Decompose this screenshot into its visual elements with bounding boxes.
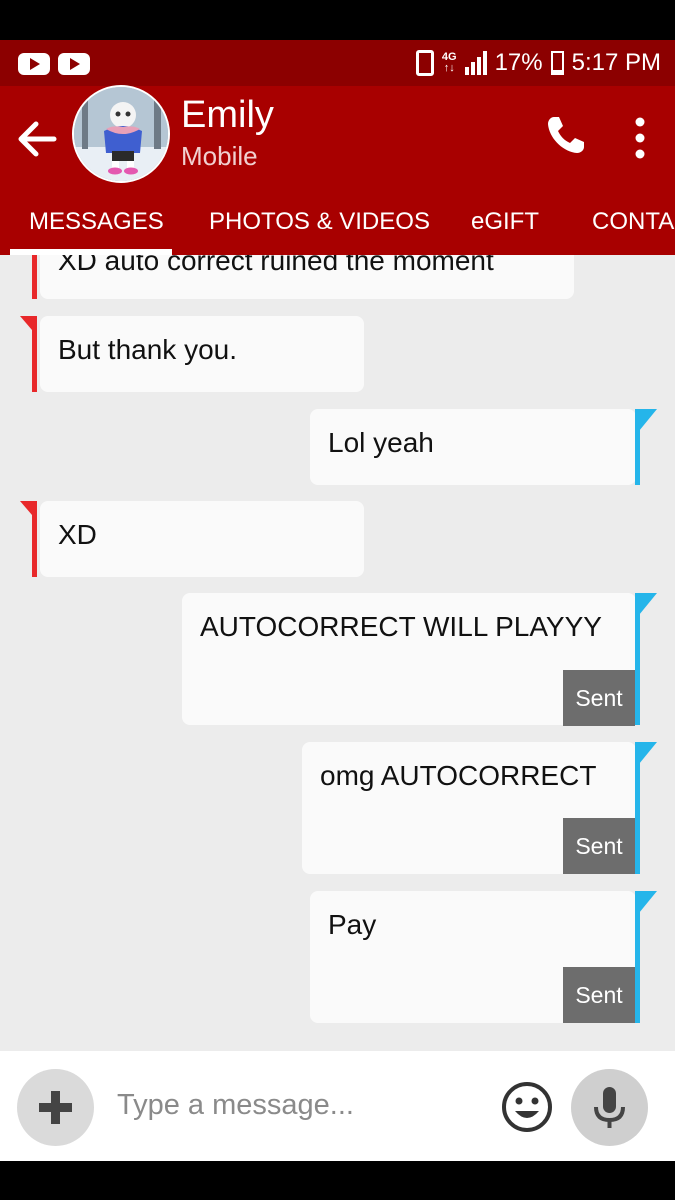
battery-fill [552,69,562,73]
sent-status-badge: Sent [563,818,635,874]
tab-egift[interactable]: eGIFT [471,208,539,236]
battery-icon [550,51,564,75]
message-list[interactable]: XD auto correct ruined the moment But th… [0,255,675,1051]
network-type: 4G ↑↓ [442,52,457,74]
message-text: XD [58,519,97,550]
sent-status-badge: Sent [563,670,635,726]
microphone-icon [594,1087,625,1128]
avatar-illustration [74,87,168,181]
status-right-group: 4G ↑↓ 17% 5:17 PM [415,40,661,86]
incoming-accent-bar [32,255,37,299]
contact-type: Mobile [181,141,258,171]
more-vertical-icon[interactable] [627,116,653,160]
outgoing-tail [639,742,657,764]
message-composer: Type a message... [0,1051,675,1161]
avatar[interactable] [72,85,170,183]
signal-bar [464,67,469,75]
message-text: Pay [328,909,377,940]
plus-icon [39,1091,72,1124]
battery-percent: 17% [494,49,543,76]
message-bubble-incoming[interactable]: But thank you. [40,316,364,392]
message-text: But thank you. [58,334,238,365]
status-time: 5:17 PM [571,49,661,76]
message-text: AUTOCORRECT WILL PLAYYY [200,611,602,642]
signal-bar [482,51,487,75]
voice-input-button[interactable] [571,1069,648,1146]
message-text: Lol yeah [328,427,434,458]
youtube-icon [58,53,90,75]
signal-bar [476,57,481,75]
data-arrows-icon: ↑↓ [443,62,455,74]
message-bubble-incoming[interactable]: XD auto correct ruined the moment [40,255,574,299]
youtube-icon [18,53,50,75]
message-bubble-outgoing[interactable]: Lol yeah [310,409,636,485]
outgoing-tail [639,409,657,431]
signal-bars-icon [464,51,487,75]
incoming-accent-bar [32,501,37,577]
contact-name[interactable]: Emily [181,94,274,137]
top-black-border [0,0,675,40]
signal-bar [470,62,475,75]
incoming-tail [20,316,32,330]
incoming-accent-bar [32,316,37,392]
outgoing-tail [639,891,657,913]
status-bar: 4G ↑↓ 17% 5:17 PM [0,40,675,86]
incoming-tail [20,501,32,515]
tab-photos-videos[interactable]: PHOTOS & VIDEOS [209,208,430,236]
back-arrow-icon[interactable] [14,116,60,162]
message-text: XD auto correct ruined the moment [58,255,494,276]
message-bubble-incoming[interactable]: XD [40,501,364,577]
message-input[interactable]: Type a message... [117,1089,354,1122]
bottom-black-border [0,1161,675,1200]
tab-contact[interactable]: CONTACT [592,208,675,236]
sent-status-badge: Sent [563,967,635,1023]
tab-messages[interactable]: MESSAGES [29,208,164,236]
emoji-icon[interactable] [501,1081,553,1133]
attach-button[interactable] [17,1069,94,1146]
tab-bar: MESSAGES PHOTOS & VIDEOS eGIFT CONTACT [0,194,675,255]
outgoing-tail [639,593,657,615]
phone-icon[interactable] [545,114,587,156]
vibrate-icon [415,50,434,76]
message-text: omg AUTOCORRECT [320,760,597,791]
